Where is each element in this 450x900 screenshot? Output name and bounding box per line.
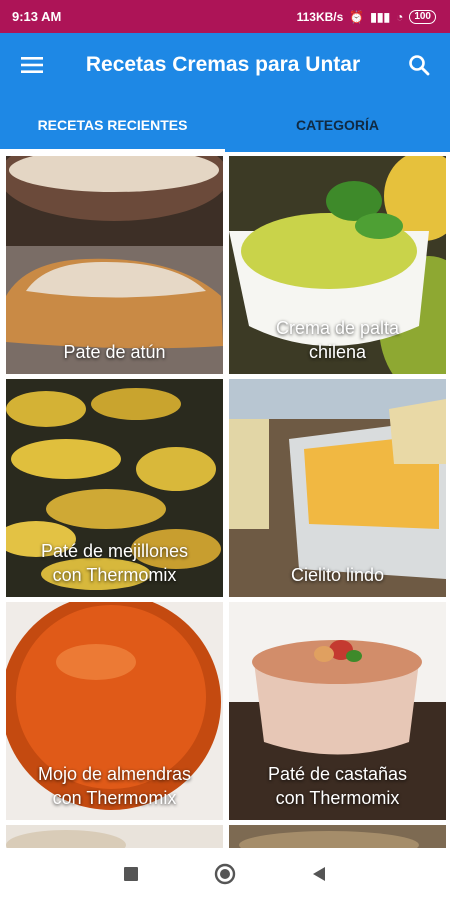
recipe-card-mojo-de-almendras[interactable]: Mojo de almendras con Thermomix (6, 602, 223, 820)
recipe-title: Mojo de almendras con Thermomix (37, 764, 192, 808)
hamburger-menu-icon[interactable] (0, 55, 64, 75)
back-icon[interactable] (307, 862, 331, 886)
status-time: 9:13 AM (12, 9, 62, 24)
recipe-image (6, 825, 223, 848)
recipe-title: Cielito lindo (290, 565, 385, 585)
recipe-card-partial[interactable] (229, 825, 446, 848)
status-icons: 113KB/s ⏰ ▮▮▮ ◔ 100 (296, 9, 436, 24)
recipe-card-pate-de-atun[interactable]: Pate de atún (6, 156, 223, 374)
recipe-card-pate-de-mejillones[interactable]: Paté de mejillones con Thermomix (6, 379, 223, 597)
alarm-icon: ⏰ (349, 9, 365, 24)
tab-bar: RECETAS RECIENTES CATEGORÍA (0, 97, 450, 152)
app-bar: Recetas Cremas para Untar (0, 33, 450, 97)
recipe-title: Paté de castañas con Thermomix (267, 764, 408, 808)
battery-indicator: 100 (409, 9, 436, 24)
recipe-grid: Pate de atún Crema de palta chilena Paté … (0, 152, 450, 848)
search-icon[interactable] (388, 53, 450, 77)
recipe-title: Pate de atún (63, 342, 166, 362)
app-title: Recetas Cremas para Untar (85, 53, 361, 76)
recipe-title: Crema de palta chilena (275, 318, 400, 362)
home-icon[interactable] (213, 862, 237, 886)
recipe-card-partial[interactable] (6, 825, 223, 848)
recipe-image (229, 825, 446, 848)
status-bar: 9:13 AM 113KB/s ⏰ ▮▮▮ ◔ 100 (0, 0, 450, 33)
recents-icon[interactable] (119, 862, 143, 886)
recipe-card-cielito-lindo[interactable]: Cielito lindo (229, 379, 446, 597)
recipe-card-crema-de-palta[interactable]: Crema de palta chilena (229, 156, 446, 374)
signal-icon: ▮▮▮ (370, 9, 391, 24)
tab-categoria[interactable]: CATEGORÍA (225, 97, 450, 152)
system-nav-bar (0, 848, 450, 900)
wifi-icon: ◔ (396, 9, 404, 24)
recipe-title: Paté de mejillones con Thermomix (40, 541, 189, 585)
network-speed: 113KB/s (296, 9, 344, 24)
tab-recetas-recientes[interactable]: RECETAS RECIENTES (0, 97, 225, 152)
recipe-card-pate-de-castanas[interactable]: Paté de castañas con Thermomix (229, 602, 446, 820)
